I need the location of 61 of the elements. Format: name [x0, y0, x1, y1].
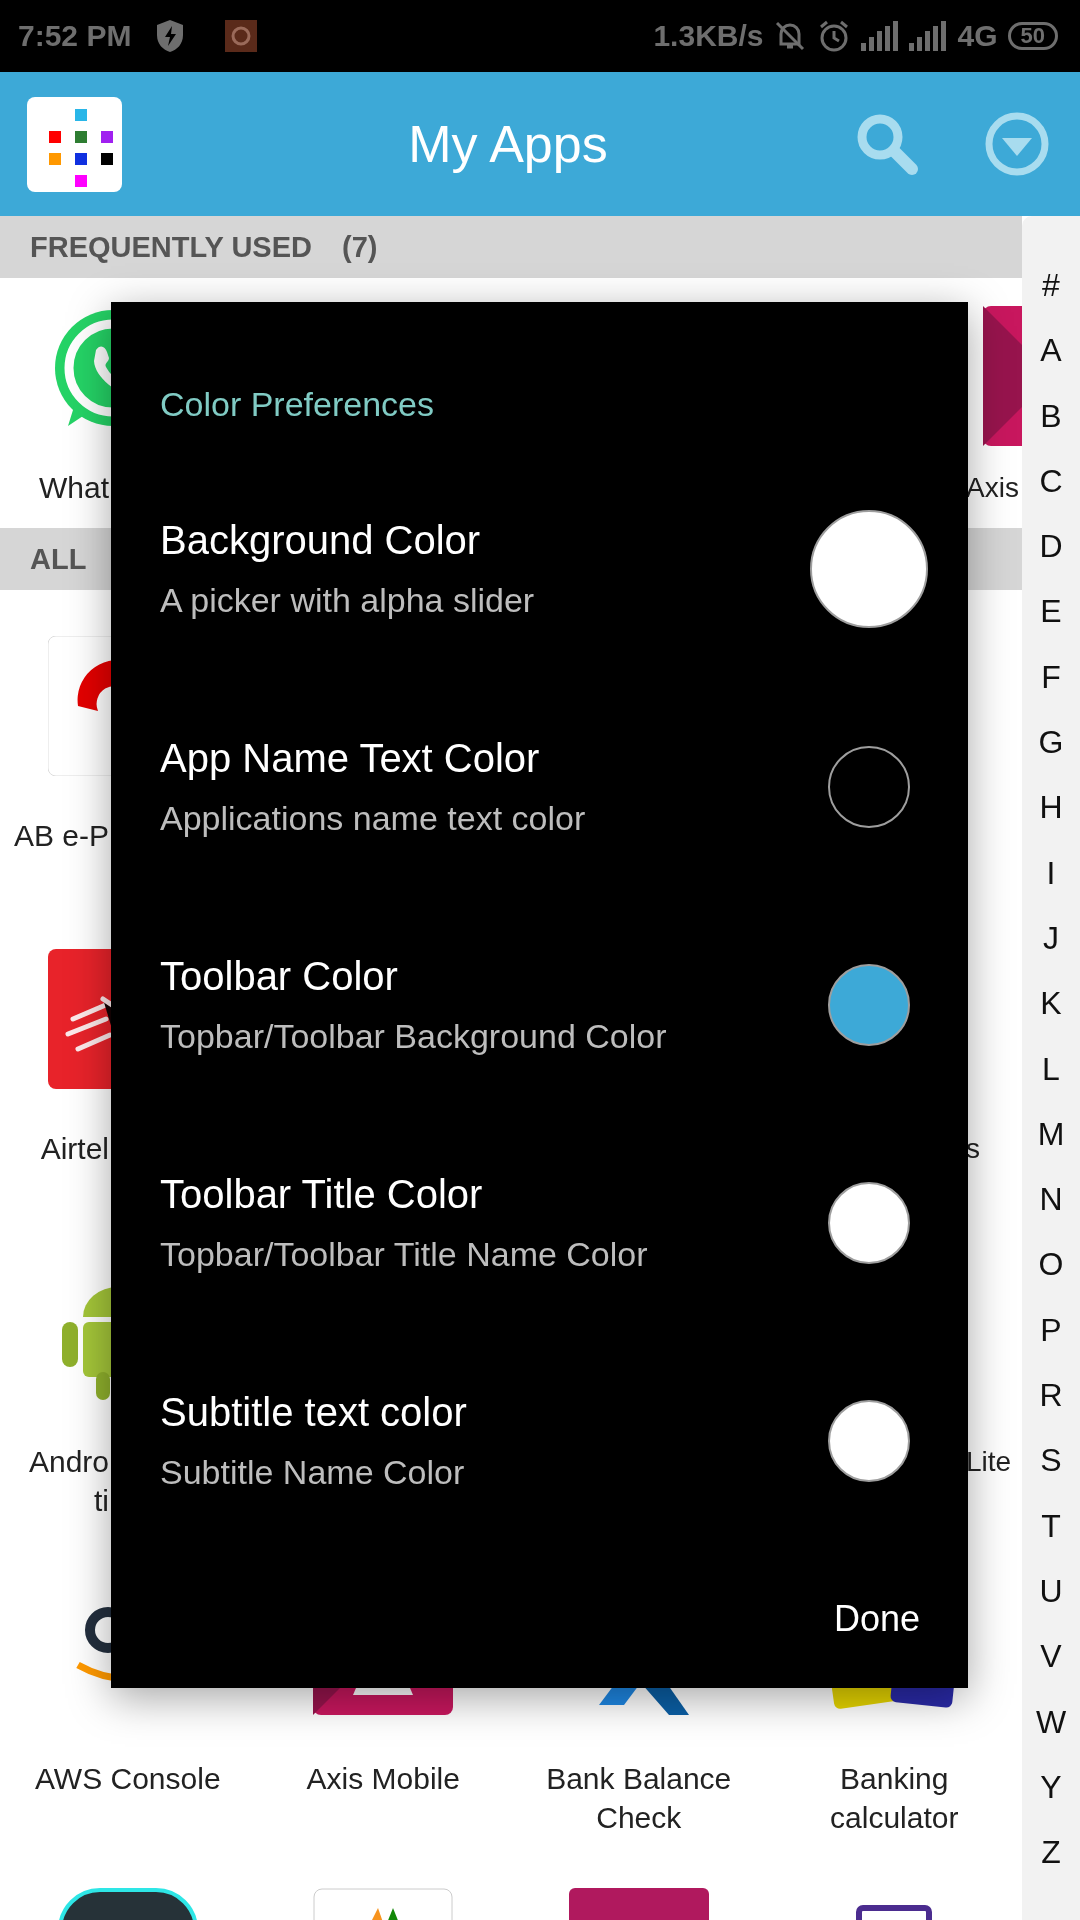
index-letter[interactable]: G	[1038, 710, 1064, 776]
app-logo[interactable]	[27, 96, 122, 192]
index-letter[interactable]: N	[1039, 1167, 1063, 1233]
preference-subtitle: Topbar/Toolbar Title Name Color	[160, 1234, 649, 1275]
index-letter[interactable]: B	[1040, 383, 1062, 449]
index-letter[interactable]: U	[1039, 1558, 1063, 1625]
index-letter[interactable]: L	[1042, 1036, 1060, 1102]
preference-subtitle: Subtitle Name Color	[160, 1452, 466, 1493]
index-letter[interactable]: K	[1040, 971, 1062, 1037]
done-button[interactable]: Done	[833, 1590, 920, 1648]
index-letter[interactable]: J	[1043, 905, 1059, 972]
dialog-title: Color Preferences	[160, 384, 435, 424]
preference-title: App Name Text Color	[160, 735, 541, 782]
index-letter[interactable]: S	[1040, 1428, 1062, 1494]
clock-text: 7:52 PM	[18, 19, 132, 53]
section-title: FREQUENTLY USED	[30, 230, 312, 264]
app-label: Andro ti	[27, 1444, 110, 1519]
notification-app-icon	[225, 20, 258, 52]
index-letter[interactable]: D	[1039, 514, 1063, 580]
app-count: (7)	[342, 230, 378, 264]
index-letter[interactable]: R	[1039, 1363, 1063, 1429]
preference-title: Toolbar Title Color	[160, 1171, 484, 1218]
app-label: Lite	[966, 1445, 1013, 1479]
app-label: s	[966, 1132, 981, 1166]
preference-subtitle: Topbar/Toolbar Background Color	[160, 1016, 668, 1057]
section-title: ALL	[30, 542, 87, 576]
preference-title: Background Color	[160, 517, 482, 564]
app-label: AB e-P	[12, 818, 110, 854]
network-type-text: 4G	[957, 19, 998, 53]
index-letter[interactable]: Z	[1041, 1820, 1061, 1886]
index-letter[interactable]: H	[1039, 775, 1063, 841]
preference-subtitle: Applications name text color	[160, 798, 587, 839]
network-speed-text: 1.3KB/s	[653, 19, 764, 53]
index-letter[interactable]: E	[1040, 579, 1062, 645]
index-letter[interactable]: M	[1037, 1101, 1065, 1168]
preference-title: Subtitle text color	[160, 1389, 468, 1436]
index-letter[interactable]: W	[1035, 1689, 1067, 1755]
preference-subtitle: A picker with alpha slider	[160, 580, 536, 621]
index-letter[interactable]: V	[1040, 1624, 1062, 1690]
index-letter[interactable]: F	[1041, 644, 1061, 711]
index-letter[interactable]: Y	[1040, 1754, 1062, 1821]
preference-title: Toolbar Color	[160, 953, 399, 1000]
signal-icon	[909, 21, 948, 51]
app-label: AWS Console	[34, 1761, 221, 1797]
index-letter[interactable]: A	[1040, 318, 1062, 384]
index-letter[interactable]: P	[1040, 1297, 1062, 1364]
app-label: Bank Balance Check	[546, 1761, 732, 1836]
toolbar-title: My Apps	[407, 114, 609, 174]
app-label: Banking calculator	[830, 1761, 959, 1836]
index-letter[interactable]: I	[1046, 840, 1056, 906]
app-label: Axis Mobile	[306, 1761, 460, 1797]
app-label: Axis	[966, 471, 1020, 505]
battery-indicator: 50	[1007, 22, 1058, 50]
app-label: What	[37, 470, 110, 506]
index-letter[interactable]: T	[1041, 1493, 1061, 1559]
signal-icon	[861, 21, 900, 51]
shield-icon	[155, 19, 186, 53]
app-label: Airtel	[39, 1131, 110, 1167]
index-letter[interactable]: #	[1042, 253, 1060, 319]
index-letter[interactable]: C	[1039, 448, 1063, 515]
index-letter[interactable]: O	[1038, 1232, 1064, 1298]
